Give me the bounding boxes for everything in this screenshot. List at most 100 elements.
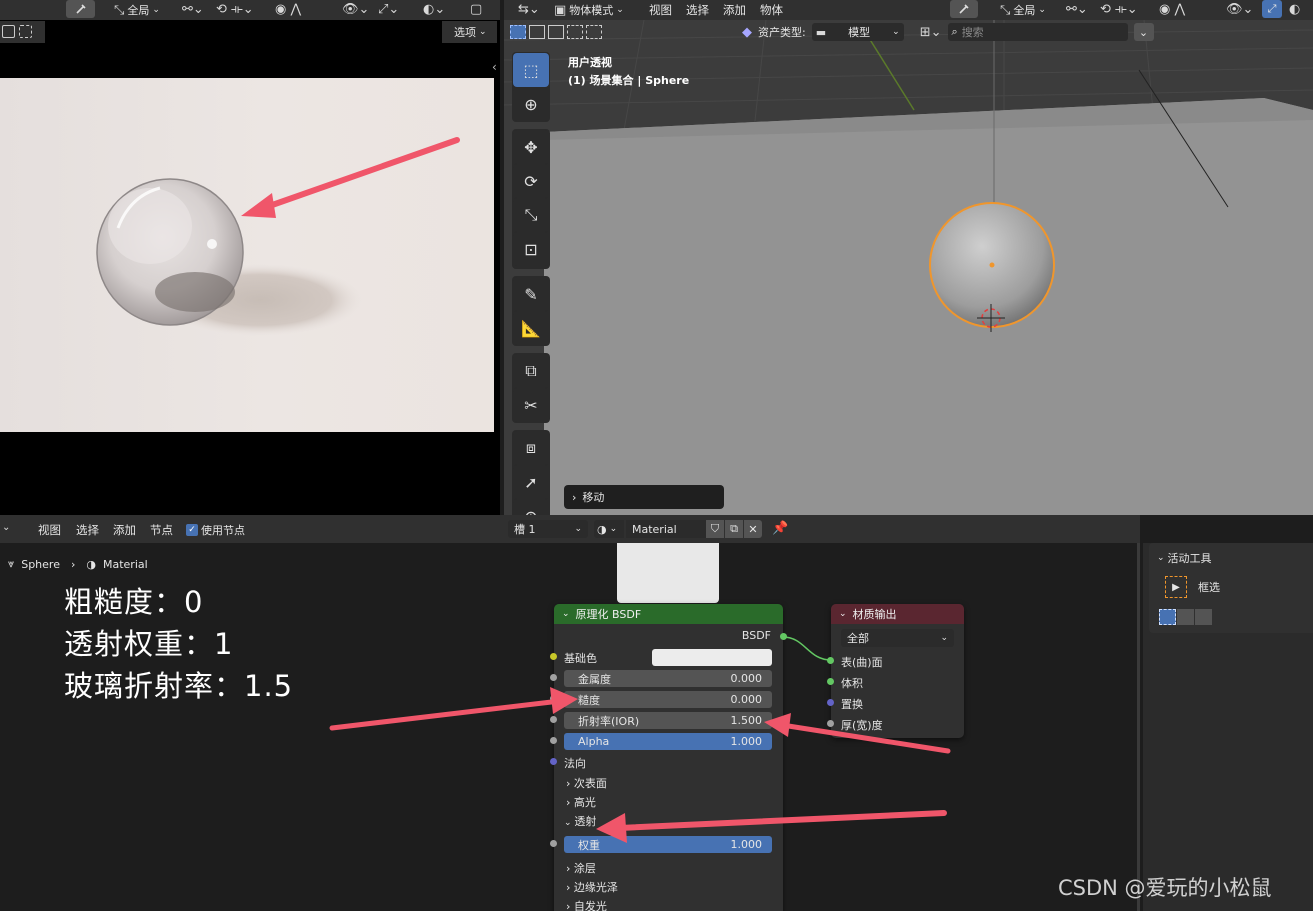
thickness-socket[interactable] xyxy=(827,720,834,727)
metallic-socket[interactable] xyxy=(550,674,557,681)
menu-object[interactable]: 物体 xyxy=(760,2,783,18)
alpha-field[interactable]: Alpha 1.000 xyxy=(564,733,772,750)
extra-tool[interactable]: ⊛ xyxy=(513,499,549,515)
panel-subsurface[interactable]: › 次表面 xyxy=(566,775,607,791)
menu-select[interactable]: 选择 xyxy=(76,522,99,538)
annotate-tool[interactable]: ✎ xyxy=(513,277,549,311)
material-name-field[interactable]: Material xyxy=(626,520,706,538)
roughness-field[interactable]: 糙度 0.000 xyxy=(564,691,772,708)
unlink-material-button[interactable]: ✕ xyxy=(744,520,762,538)
eyedropper-button[interactable] xyxy=(950,0,978,18)
transform-orientation-dropdown[interactable]: ⤡ 全局 ⌄ xyxy=(1000,2,1046,18)
select-box-icon[interactable] xyxy=(2,25,15,38)
bsdf-output-socket[interactable] xyxy=(780,633,787,640)
roughness-socket[interactable] xyxy=(550,695,557,702)
material-browse-button[interactable]: ◑ ⌄ xyxy=(594,520,624,538)
asset-search-input[interactable]: ⌕ 搜索 xyxy=(947,23,1128,41)
proportional-icon[interactable]: ◉ ⋀ xyxy=(275,2,301,17)
select-new-icon[interactable] xyxy=(510,25,526,39)
gizmo-toggle[interactable]: ⤢ xyxy=(1262,0,1282,18)
transform-tool[interactable]: ⊡ xyxy=(513,232,549,266)
new-material-button[interactable]: ⧉ xyxy=(725,520,743,538)
xray-icon[interactable]: ▢ xyxy=(470,2,482,17)
panel-specular[interactable]: › 高光 xyxy=(566,794,596,810)
base-color-socket[interactable] xyxy=(550,653,557,660)
select-box-tool[interactable]: ⬚ xyxy=(513,53,549,87)
material-slot-dropdown[interactable]: 槽 1 ⌄ xyxy=(508,520,588,538)
output-node-header[interactable]: ⌄ 材质输出 xyxy=(831,604,964,624)
editor-type-icon[interactable]: ⇆⌄ xyxy=(518,2,540,17)
overlay-icon[interactable]: ◐⌄ xyxy=(423,2,445,17)
collapse-arrow-icon[interactable]: ‹ xyxy=(492,60,497,74)
knife-tool[interactable]: ✂ xyxy=(513,388,549,422)
transmission-weight-field[interactable]: 权重 1.000 xyxy=(564,836,772,853)
mode-subtract-icon[interactable] xyxy=(1195,609,1212,625)
menu-add[interactable]: 添加 xyxy=(723,2,746,18)
move-tool[interactable]: ✥ xyxy=(513,130,549,164)
panel-sheen[interactable]: › 边缘光泽 xyxy=(566,879,618,895)
rotate-tool[interactable]: ⟳ xyxy=(513,164,549,198)
menu-add[interactable]: 添加 xyxy=(113,522,136,538)
bsdf-node-header[interactable]: ⌄ 原理化 BSDF xyxy=(554,604,783,624)
3d-viewport[interactable]: ⇆⌄ ▣ 物体模式 ⌄ 视图 选择 添加 物体 ⤡ 全局 ⌄ ⚯⌄ ⟲ ⟛⌄ ◉… xyxy=(504,0,1313,515)
pivot-icon[interactable]: ⚯⌄ xyxy=(182,2,204,17)
use-nodes-checkbox[interactable]: ✓ 使用节点 xyxy=(186,522,245,538)
ior-field[interactable]: 折射率(IOR) 1.500 xyxy=(564,712,772,729)
displacement-socket[interactable] xyxy=(827,699,834,706)
select-extend-icon[interactable] xyxy=(529,25,545,39)
gizmo-icon[interactable]: ⤢⌄ xyxy=(378,2,399,17)
mode-extend-icon[interactable] xyxy=(1177,609,1194,625)
add-cube-tool[interactable]: ⧉ xyxy=(513,354,549,388)
output-target-dropdown[interactable]: 全部 ⌄ xyxy=(841,629,954,647)
select-invert-icon[interactable] xyxy=(567,25,583,39)
select-subtract-icon[interactable] xyxy=(548,25,564,39)
fake-user-button[interactable]: ⛉ xyxy=(706,520,724,538)
scale-tool[interactable]: ⤡ xyxy=(513,198,549,232)
overlay-icon[interactable]: ◐ xyxy=(1289,2,1300,17)
select-intersect-icon[interactable] xyxy=(586,25,602,39)
display-settings-icon[interactable]: ⊞⌄ xyxy=(920,25,942,40)
material-output-node[interactable]: ⌄ 材质输出 全部 ⌄ 表(曲)面 体积 置换 厚(宽)度 xyxy=(827,604,964,738)
normal-socket[interactable] xyxy=(550,758,557,765)
snap-icon[interactable]: ⟲ ⟛⌄ xyxy=(216,2,254,17)
options-dropdown[interactable]: 选项 ⌄ xyxy=(442,21,497,43)
principled-bsdf-node[interactable]: ⌄ 原理化 BSDF BSDF 基础色 金属度 0.000 糙度 0.000 折… xyxy=(550,604,787,911)
mode-dropdown[interactable]: ▣ 物体模式 ⌄ xyxy=(554,2,624,18)
eyedropper-button[interactable] xyxy=(66,0,95,18)
transform-orientation-dropdown[interactable]: ⤡ 全局 ⌄ xyxy=(114,2,160,18)
menu-view[interactable]: 视图 xyxy=(38,522,61,538)
menu-node[interactable]: 节点 xyxy=(150,522,173,538)
panel-transmission[interactable]: ⌄ 透射 xyxy=(564,813,596,829)
panel-emission[interactable]: › 自发光 xyxy=(566,898,607,911)
visibility-icon[interactable]: 👁⌄ xyxy=(342,2,369,17)
snap-icon[interactable]: ⟲ ⟛⌄ xyxy=(1100,2,1138,17)
sidebar-scrollbar[interactable] xyxy=(1137,543,1140,911)
cursor-tool[interactable]: ⊕ xyxy=(513,87,549,121)
frame-tool[interactable]: ⧈ xyxy=(513,431,549,465)
active-tool-row[interactable]: ▶ 框选 xyxy=(1165,576,1220,598)
ior-socket[interactable] xyxy=(550,716,557,723)
surface-socket[interactable] xyxy=(827,657,834,664)
select-extend-icon[interactable] xyxy=(19,25,32,38)
pin-icon[interactable]: 📌 xyxy=(772,521,788,536)
chevron-down-icon[interactable]: ⌄ xyxy=(2,522,10,533)
asset-filter-button[interactable]: ⌄ xyxy=(1133,23,1154,41)
measure-tool[interactable]: 📐 xyxy=(513,311,549,345)
asset-type-dropdown[interactable]: ▬ 模型 ⌄ xyxy=(811,23,904,41)
panel-coat[interactable]: › 涂层 xyxy=(566,860,596,876)
alpha-socket[interactable] xyxy=(550,737,557,744)
visibility-icon[interactable]: 👁⌄ xyxy=(1226,2,1253,17)
volume-socket[interactable] xyxy=(827,678,834,685)
shader-node-editor[interactable]: ⌄ 视图 选择 添加 节点 ✓ 使用节点 槽 1 ⌄ ◑ ⌄ Material … xyxy=(0,515,1140,911)
menu-view[interactable]: 视图 xyxy=(649,2,672,18)
move-cursor-tool[interactable]: ➚ xyxy=(513,465,549,499)
menu-select[interactable]: 选择 xyxy=(686,2,709,18)
metallic-field[interactable]: 金属度 0.000 xyxy=(564,670,772,687)
active-tool-header[interactable]: ⌄ 活动工具 xyxy=(1157,550,1212,566)
proportional-icon[interactable]: ◉ ⋀ xyxy=(1159,2,1185,17)
last-operator-panel[interactable]: › 移动 xyxy=(564,485,724,509)
mode-new-icon[interactable] xyxy=(1159,609,1176,625)
transmission-weight-socket[interactable] xyxy=(550,840,557,847)
base-color-swatch[interactable] xyxy=(652,649,772,666)
pivot-icon[interactable]: ⚯⌄ xyxy=(1066,2,1088,17)
